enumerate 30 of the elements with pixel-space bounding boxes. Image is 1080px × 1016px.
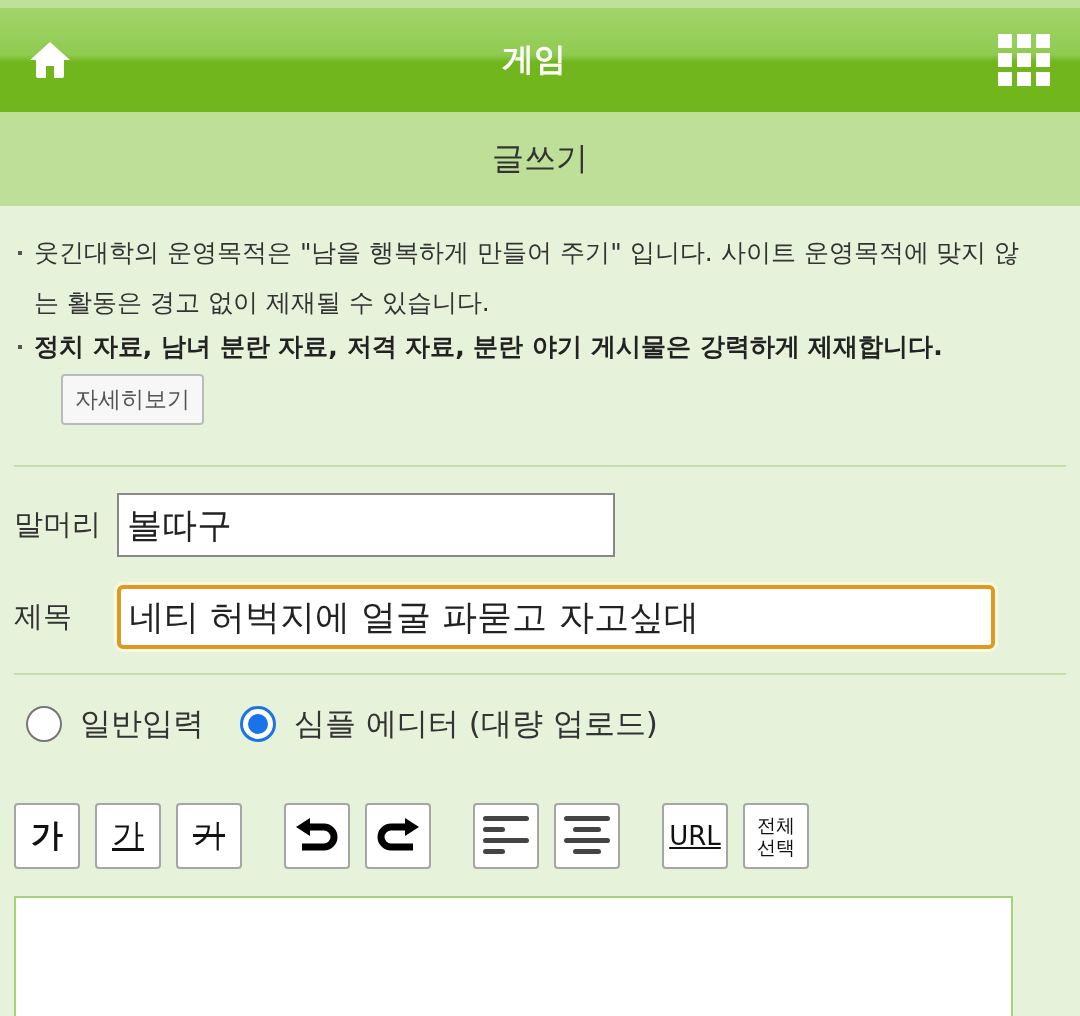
align-center-button[interactable] (554, 803, 620, 869)
field-label: 제목 (14, 598, 73, 635)
subheader-title: 글쓰기 (492, 138, 588, 179)
text-field[interactable]: 네티 허벅지에 얼굴 파묻고 자고싶대 (117, 585, 995, 649)
link-button[interactable]: URL (662, 803, 728, 869)
text-field[interactable]: 볼따구 (117, 493, 615, 557)
notice-text: 웃긴대학의 운영목적은 "남을 행복하게 만들어 주기" 입니다. 사이트 운영목적에 맞지 않는 활동은 경고 없이 제재될 수 있습니다. (34, 237, 1020, 319)
underline-button[interactable]: 가 (95, 803, 161, 869)
notice-text: 정치 자료, 남녀 분란 자료, 저격 자료, 분란 야기 게시물은 강력하게 제재합니다. (34, 331, 943, 363)
header-title: 게임 (502, 39, 566, 80)
align-center-icon (564, 816, 610, 856)
field-label: 말머리 (14, 506, 102, 543)
redo-icon (375, 818, 421, 854)
select-all-button[interactable]: 전체 선택 (743, 803, 809, 869)
redo-button[interactable] (365, 803, 431, 869)
undo-icon (294, 818, 340, 854)
bullet-icon (18, 251, 22, 255)
bullet-icon (18, 345, 22, 349)
strike-button[interactable]: 가 (176, 803, 242, 869)
home-icon[interactable] (30, 42, 70, 78)
radio-button[interactable] (240, 706, 276, 742)
undo-button[interactable] (284, 803, 350, 869)
radio-label: 일반입력 (80, 704, 204, 743)
radio-label: 심플 에디터 (대량 업로드) (294, 704, 658, 743)
grid-menu-icon[interactable] (998, 34, 1050, 86)
align-left-button[interactable] (473, 803, 539, 869)
bold-button[interactable]: 가 (14, 803, 80, 869)
radio-button[interactable] (26, 706, 62, 742)
align-left-icon (483, 816, 529, 856)
details-button[interactable]: 자세히보기 (61, 374, 204, 425)
